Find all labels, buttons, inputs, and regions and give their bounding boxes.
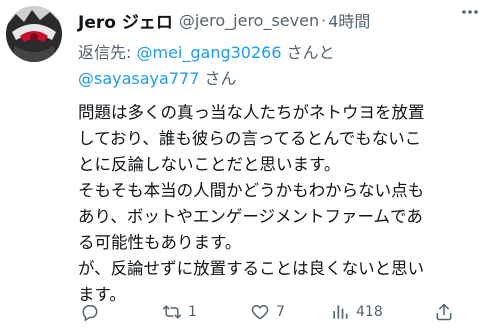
user-handle[interactable]: @jero_jero_seven <box>179 11 319 30</box>
share-icon <box>434 302 454 322</box>
timestamp[interactable]: 4時間 <box>328 8 370 32</box>
heart-icon <box>250 302 270 322</box>
avatar[interactable] <box>6 6 62 62</box>
reply-to-suffix: さんと <box>281 43 335 62</box>
mention-link[interactable]: @mei_gang30266 <box>136 43 281 62</box>
retweet-icon <box>162 302 182 322</box>
reply-to-prefix: 返信先: <box>78 43 137 62</box>
reply-button[interactable] <box>80 302 106 322</box>
display-name[interactable]: Jero ジェロ <box>78 8 173 33</box>
retweet-button[interactable]: 1 <box>162 302 197 322</box>
tweet-text: 問題は多くの真っ当な人たちがネトウヨを放置 しており、誰も彼らの言ってるとんでも… <box>78 103 425 304</box>
views-button[interactable]: 418 <box>330 302 383 322</box>
reply-icon <box>80 302 100 322</box>
reply-to-line: 返信先: @mei_gang30266 さんと @sayasaya777 さん <box>78 40 468 92</box>
views-icon <box>330 302 350 322</box>
tweet-header: Jero ジェロ @jero_jero_seven · 4時間 <box>78 8 468 33</box>
separator-dot: · <box>321 10 327 30</box>
share-button[interactable] <box>434 302 454 322</box>
mention-link[interactable]: @sayasaya777 <box>78 69 199 88</box>
action-bar: 1 7 418 <box>78 298 470 326</box>
like-count: 7 <box>276 304 285 320</box>
tweet-content: Jero ジェロ @jero_jero_seven · 4時間 返信先: @me… <box>78 8 468 308</box>
reply-to-suffix: さん <box>199 69 237 88</box>
retweet-count: 1 <box>188 304 197 320</box>
tweet[interactable]: Jero ジェロ @jero_jero_seven · 4時間 返信先: @me… <box>0 0 480 334</box>
views-count: 418 <box>356 304 383 320</box>
like-button[interactable]: 7 <box>250 302 285 322</box>
